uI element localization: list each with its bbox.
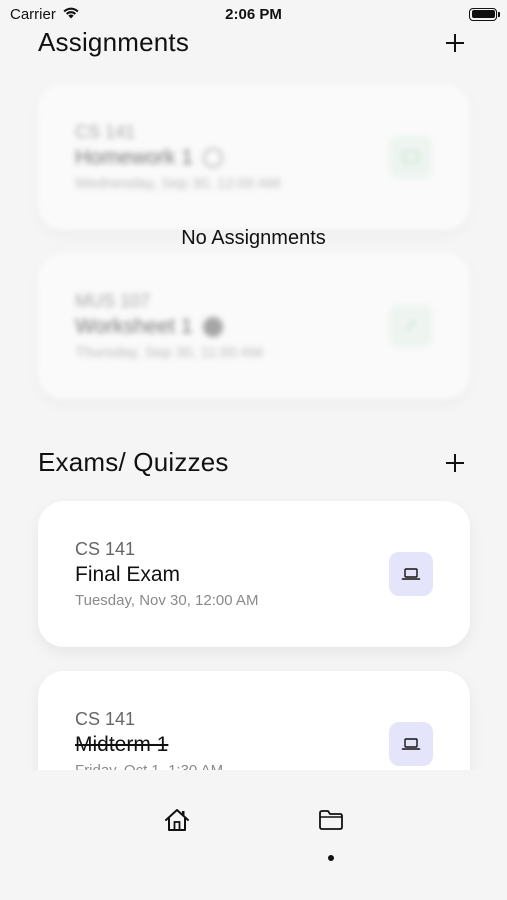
exam-date: Tuesday, Nov 30, 12:00 AM (75, 592, 259, 609)
assignments-header: Assignments (38, 27, 469, 58)
tab-bar (0, 770, 507, 900)
tab-folder[interactable] (315, 806, 347, 838)
card-title-text: Homework 1 (75, 146, 193, 169)
exam-course: CS 141 (75, 709, 136, 729)
status-circle-icon (202, 148, 223, 168)
assignments-title: Assignments (38, 27, 190, 57)
selected-tab-indicator (328, 855, 334, 861)
card-type-icon (389, 304, 433, 348)
laptop-icon (389, 552, 433, 596)
folder-icon (318, 809, 344, 836)
home-icon (164, 808, 190, 837)
card-type-icon (389, 135, 433, 179)
exam-title: Final Exam (75, 563, 181, 586)
card-date: Thursday, Sep 30, 11:00 AM (75, 344, 263, 361)
exam-course: CS 141 (75, 539, 136, 559)
placeholder-assignment-card: MUS 107 Worksheet 1 Thursday, Sep 30, 11… (38, 253, 470, 399)
add-assignment-button[interactable] (443, 31, 467, 55)
card-course: MUS 107 (75, 291, 151, 311)
exam-title: Midterm 1 (75, 733, 169, 756)
card-title-text: Worksheet 1 (75, 315, 193, 338)
tab-home[interactable] (161, 806, 193, 838)
status-circle-filled-icon (202, 317, 223, 337)
exam-card[interactable]: CS 141 Midterm 1 Friday, Oct 1, 1:30 AM (38, 671, 470, 770)
exam-date: Friday, Oct 1, 1:30 AM (75, 762, 223, 770)
exams-title: Exams/ Quizzes (38, 447, 229, 477)
no-assignments-label: No Assignments (181, 227, 326, 249)
scroll-content[interactable]: Assignments CS 141 Homework 1 Wednesday,… (0, 0, 507, 770)
exam-card[interactable]: CS 141 Final Exam Tuesday, Nov 30, 12:00… (38, 501, 470, 647)
card-title: Homework 1 (75, 146, 223, 170)
laptop-icon (389, 722, 433, 766)
exams-header: Exams/ Quizzes (38, 447, 469, 478)
add-exam-button[interactable] (443, 451, 467, 475)
card-title: Worksheet 1 (75, 315, 223, 339)
card-course: CS 141 (75, 122, 136, 142)
placeholder-assignment-card: CS 141 Homework 1 Wednesday, Sep 30, 12:… (38, 84, 470, 230)
card-date: Wednesday, Sep 30, 12:00 AM (75, 175, 281, 192)
